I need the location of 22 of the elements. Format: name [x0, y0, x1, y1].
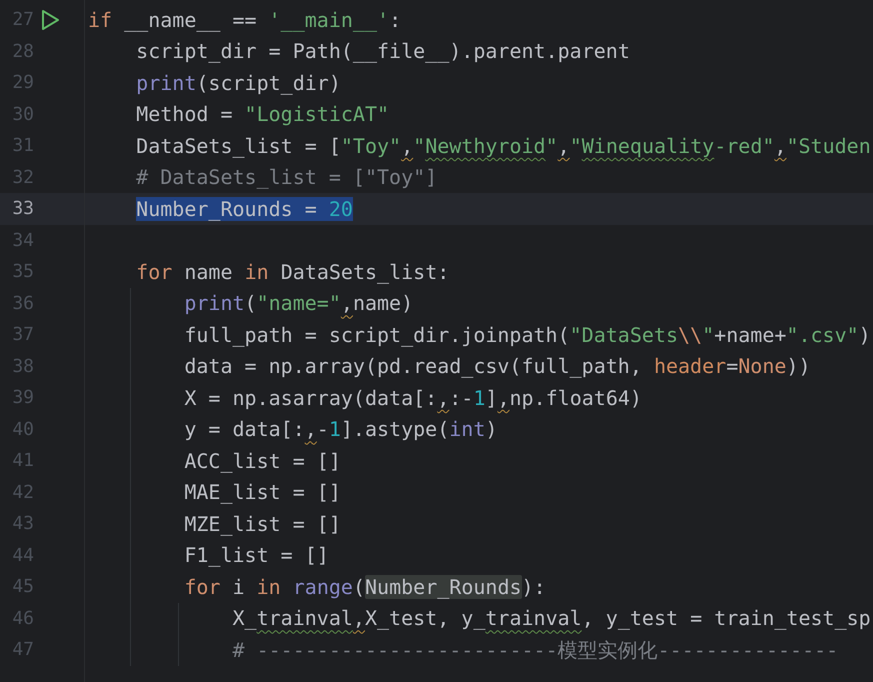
code-line: Number_Rounds = 20: [136, 196, 353, 223]
code-line: data = np.array(pd.read_csv(full_path, header=None)): [184, 353, 810, 380]
code-line: if __name__ == '__main__':: [88, 6, 402, 34]
line-number: 33: [11, 197, 34, 222]
code-line: # DataSets_list = ["Toy"]: [136, 164, 438, 192]
run-icon[interactable]: [40, 8, 60, 31]
code-line: # -------------------------模型实例化---------------: [232, 636, 838, 664]
code-line: print(script_dir): [136, 70, 341, 97]
code-line: X = np.asarray(data[:,:-1],np.float64): [184, 384, 642, 412]
code-line: F1_list = []: [184, 542, 329, 570]
code-line: MAE_list = []: [184, 479, 341, 506]
code-line: y = data[:,-1].astype(int): [184, 416, 498, 444]
code-line: script_dir = Path(__file__).parent.parent: [136, 38, 630, 66]
code-line: full_path = script_dir.joinpath("DataSets\\"+name+".csv"): [184, 322, 871, 349]
code-line: print("name=",name): [184, 290, 414, 318]
code-line: X_trainval,X_test, y_trainval, y_test = train_test_sp: [232, 605, 871, 632]
code-line: MZE_list = []: [184, 510, 341, 538]
code-line: Method = "LogisticAT": [136, 101, 390, 128]
code-line: ACC_list = []: [184, 448, 341, 475]
code-line: for i in range(Number_Rounds):: [184, 574, 546, 601]
code-line: for name in DataSets_list:: [136, 258, 450, 286]
code-line: DataSets_list = ["Toy","Newthyroid","Winequality-red","Studen: [136, 132, 871, 160]
